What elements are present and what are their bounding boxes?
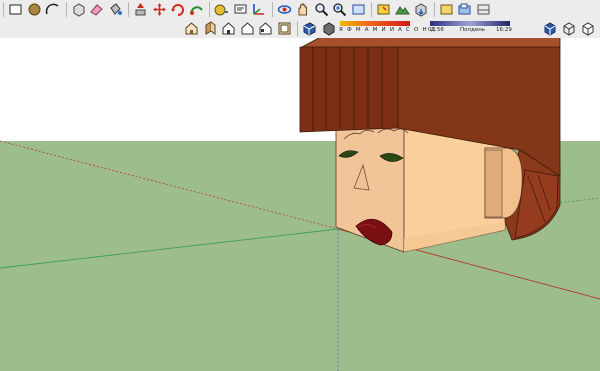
toolbar-separator — [371, 2, 372, 17]
x-ray-icon[interactable] — [438, 1, 455, 18]
rotate-icon[interactable] — [169, 1, 186, 18]
move-icon[interactable] — [151, 1, 168, 18]
toolbar-grip — [3, 2, 4, 17]
push-pull-icon[interactable] — [132, 1, 149, 18]
toolbar-row-views — [183, 19, 338, 38]
time-noon-label: Полдень — [460, 27, 486, 33]
toolbar-separator — [209, 2, 210, 17]
rectangle-icon[interactable] — [7, 1, 24, 18]
add-location-icon[interactable] — [375, 1, 392, 18]
eraser-icon[interactable] — [88, 1, 105, 18]
toolbar-separator — [128, 2, 129, 17]
back-view-icon[interactable] — [239, 20, 256, 37]
month-labels: Я Ф М А М И И А С О Н Д — [339, 27, 437, 33]
toolbar-separator — [297, 21, 298, 36]
ear-inner — [484, 149, 503, 218]
shaded-icon[interactable] — [456, 1, 473, 18]
tape-measure-icon[interactable] — [213, 1, 230, 18]
wireframe-cube-icon[interactable] — [560, 20, 577, 37]
hidden-line-cube-icon[interactable] — [579, 20, 596, 37]
toolbar-row-drawing — [0, 0, 493, 19]
previous-view-icon[interactable] — [350, 1, 367, 18]
time-start-label: 07:56 — [428, 27, 444, 33]
iso-view-icon[interactable] — [541, 20, 558, 37]
get-models-icon[interactable] — [412, 1, 429, 18]
toolbar-area: Я Ф М А М И И А С О Н Д 07:56 Полдень 16… — [0, 0, 600, 39]
text-icon[interactable] — [232, 1, 249, 18]
toolbar-separator — [65, 2, 67, 17]
pan-icon[interactable] — [294, 1, 311, 18]
top-view-icon[interactable] — [276, 20, 293, 37]
3d-viewport[interactable] — [0, 38, 600, 371]
paint-bucket-icon[interactable] — [107, 1, 124, 18]
time-slider[interactable] — [430, 21, 510, 26]
arc-icon[interactable] — [44, 1, 61, 18]
toolbar-separator — [433, 2, 435, 17]
make-component-icon[interactable] — [70, 1, 87, 18]
zoom-extents-icon[interactable] — [331, 1, 348, 18]
front-view-icon[interactable] — [202, 20, 219, 37]
monochrome-icon[interactable] — [475, 1, 492, 18]
shadow-toggle-icon[interactable] — [320, 20, 337, 37]
follow-me-icon[interactable] — [188, 1, 205, 18]
orbit-icon[interactable] — [276, 1, 293, 18]
standard-view-icon[interactable] — [183, 20, 200, 37]
hat-front — [299, 46, 399, 133]
right-view-icon[interactable] — [220, 20, 237, 37]
date-slider[interactable] — [340, 21, 410, 26]
left-view-icon[interactable] — [257, 20, 274, 37]
hat-top — [299, 38, 561, 49]
shadow-settings-toolbar: Я Ф М А М И И А С О Н Д 07:56 Полдень 16… — [336, 19, 513, 37]
parallel-projection-icon[interactable] — [301, 20, 318, 37]
toggle-terrain-icon[interactable] — [394, 1, 411, 18]
axes-icon[interactable] — [250, 1, 267, 18]
circle-icon[interactable] — [26, 1, 43, 18]
toolbar-separator — [271, 2, 273, 17]
time-end-label: 16:29 — [496, 27, 512, 33]
zoom-icon[interactable] — [313, 1, 330, 18]
head-model — [299, 38, 561, 253]
